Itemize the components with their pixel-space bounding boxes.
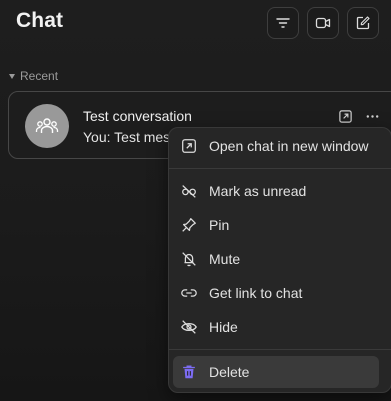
recent-section-toggle[interactable]: Recent <box>9 69 58 83</box>
trash-icon <box>179 362 199 382</box>
conversation-last-message: You: Test mes <box>83 129 171 145</box>
more-icon <box>366 114 378 118</box>
filter-button[interactable] <box>267 7 299 39</box>
bell-off-icon <box>179 249 199 269</box>
menu-item-label: Hide <box>209 319 238 335</box>
menu-item-label: Get link to chat <box>209 285 303 301</box>
menu-item-open-new-window[interactable]: Open chat in new window <box>173 130 379 162</box>
conversation-name: Test conversation <box>83 108 192 124</box>
filter-icon <box>276 18 290 28</box>
menu-item-label: Delete <box>209 364 250 380</box>
video-camera-icon <box>315 17 331 29</box>
video-call-button[interactable] <box>307 7 339 39</box>
open-external-icon <box>338 109 352 123</box>
open-in-new-window-button[interactable] <box>337 108 353 124</box>
caret-down-icon <box>9 73 15 79</box>
open-external-icon <box>179 136 199 156</box>
menu-item-get-link[interactable]: Get link to chat <box>173 277 379 309</box>
section-label: Recent <box>20 69 59 83</box>
more-options-button[interactable] <box>364 108 380 124</box>
page-title: Chat <box>16 9 64 32</box>
menu-item-mute[interactable]: Mute <box>173 243 379 275</box>
group-icon <box>35 118 59 133</box>
menu-item-delete[interactable]: Delete <box>173 356 379 388</box>
new-chat-button[interactable] <box>347 7 379 39</box>
menu-item-pin[interactable]: Pin <box>173 209 379 241</box>
eye-off-icon <box>179 181 199 201</box>
conversation-context-menu: Open chat in new window Mark as unread P… <box>168 127 391 393</box>
menu-item-hide[interactable]: Hide <box>173 311 379 343</box>
menu-divider <box>169 168 391 169</box>
menu-item-label: Mark as unread <box>209 183 307 199</box>
menu-item-label: Pin <box>209 217 230 233</box>
eye-slash-icon <box>179 317 199 337</box>
menu-item-label: Mute <box>209 251 241 267</box>
compose-icon <box>356 16 370 30</box>
avatar <box>25 104 69 148</box>
menu-item-label: Open chat in new window <box>209 138 369 154</box>
pin-icon <box>179 215 199 235</box>
menu-divider <box>169 349 391 350</box>
link-icon <box>179 283 199 303</box>
menu-item-mark-unread[interactable]: Mark as unread <box>173 175 379 207</box>
